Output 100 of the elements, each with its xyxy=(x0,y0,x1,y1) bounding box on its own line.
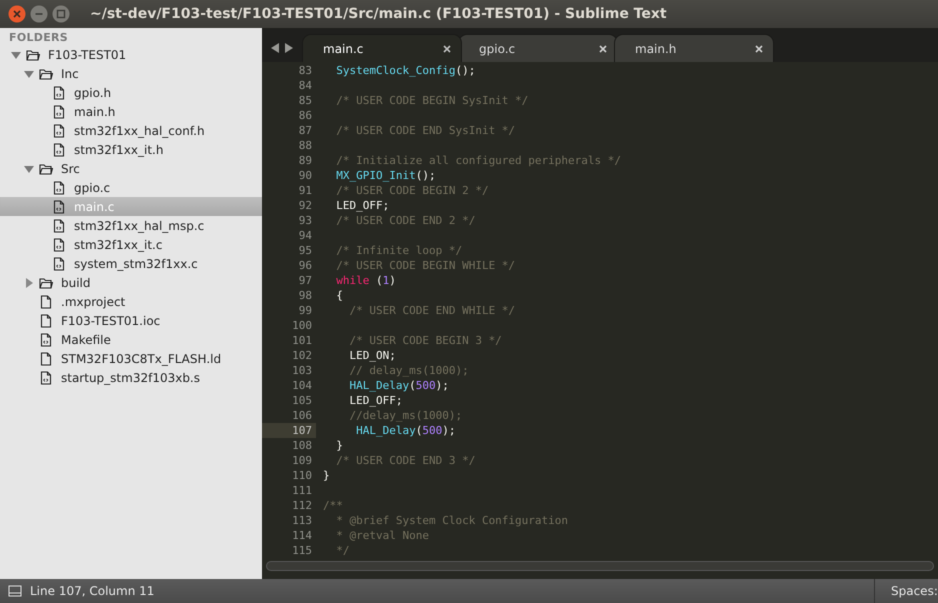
code-file-icon xyxy=(39,332,53,346)
previous-arrow-icon[interactable] xyxy=(270,42,280,54)
cursor-position: Line 107, Column 11 xyxy=(30,584,156,598)
minimize-icon[interactable] xyxy=(30,5,48,23)
editor-tab[interactable]: main.h xyxy=(614,34,774,62)
line-number: 105 xyxy=(291,393,313,408)
code-file-icon xyxy=(52,200,66,214)
tree-item[interactable]: stm32f1xx_it.c xyxy=(0,235,262,254)
code-line: * @retval None xyxy=(335,528,429,543)
file-name: F103-TEST01 xyxy=(48,48,126,62)
close-icon[interactable] xyxy=(8,5,26,23)
tree-item[interactable]: gpio.h xyxy=(0,83,262,102)
code-file-icon xyxy=(39,370,53,384)
file-name: STM32F103C8Tx_FLASH.ld xyxy=(61,352,222,366)
code-line: SystemClock_Config(); xyxy=(335,63,476,78)
collapsed-triangle-icon[interactable] xyxy=(23,276,35,288)
code-file-icon xyxy=(52,124,66,138)
code-line: /* USER CODE BEGIN 3 */ xyxy=(348,333,502,348)
code-line: */ xyxy=(335,543,350,558)
close-icon[interactable] xyxy=(443,44,451,52)
line-number: 87 xyxy=(298,123,313,138)
maximize-icon[interactable] xyxy=(52,5,70,23)
line-number: 91 xyxy=(298,183,313,198)
file-name: F103-TEST01.ioc xyxy=(61,314,160,328)
close-icon[interactable] xyxy=(755,44,763,52)
file-name: Makefile xyxy=(61,332,111,346)
tree-item[interactable]: stm32f1xx_hal_conf.h xyxy=(0,121,262,140)
file-name: main.h xyxy=(74,104,116,118)
tab-label: main.h xyxy=(635,42,676,56)
line-number: 111 xyxy=(291,483,313,498)
tab-label: main.c xyxy=(323,42,364,56)
code-file-icon xyxy=(52,104,66,118)
tree-item[interactable]: stm32f1xx_it.h xyxy=(0,140,262,159)
code-line: /* Initialize all configured peripherals */ xyxy=(335,153,622,168)
tree-item[interactable]: main.h xyxy=(0,102,262,121)
indentation-setting[interactable]: Spaces: xyxy=(874,579,938,603)
tree-item[interactable]: stm32f1xx_hal_msp.c xyxy=(0,216,262,235)
editor-tab[interactable]: gpio.c xyxy=(458,34,618,62)
code-line: /* USER CODE END 3 */ xyxy=(335,453,476,468)
code-line: while (1) xyxy=(335,273,396,288)
tree-item[interactable]: Src xyxy=(0,159,262,178)
folder-icon xyxy=(26,48,40,62)
tree-item[interactable]: system_stm32f1xx.c xyxy=(0,254,262,273)
horizontal-scrollbar[interactable] xyxy=(266,561,934,571)
code-line: HAL_Delay(500); xyxy=(348,378,449,393)
tree-item[interactable]: F103-TEST01.ioc xyxy=(0,311,262,330)
file-name: .mxproject xyxy=(61,294,126,308)
tree-item[interactable]: F103-TEST01 xyxy=(0,45,262,64)
tree-item[interactable]: Inc xyxy=(0,64,262,83)
line-number: 96 xyxy=(298,258,313,273)
code-file-icon xyxy=(52,256,66,270)
tab-label: gpio.c xyxy=(479,42,516,56)
code-file-icon xyxy=(52,218,66,232)
file-icon xyxy=(39,294,53,308)
tree-item[interactable]: Makefile xyxy=(0,330,262,349)
line-number: 86 xyxy=(298,108,313,123)
tree-item[interactable]: gpio.c xyxy=(0,178,262,197)
line-number: 83 xyxy=(298,63,313,78)
file-name: system_stm32f1xx.c xyxy=(74,256,198,270)
code-line: HAL_Delay(500); xyxy=(355,423,456,438)
editor-tab[interactable]: main.c xyxy=(302,34,462,62)
code-file-icon xyxy=(52,180,66,194)
panel-icon[interactable] xyxy=(8,585,22,597)
tree-item[interactable]: .mxproject xyxy=(0,292,262,311)
code-line: /* USER CODE BEGIN WHILE */ xyxy=(335,258,516,273)
code-line: LED_OFF; xyxy=(335,198,390,213)
next-arrow-icon[interactable] xyxy=(284,42,294,54)
line-number: 103 xyxy=(291,363,313,378)
file-name: stm32f1xx_hal_conf.h xyxy=(74,124,205,138)
code-line: { xyxy=(335,288,343,303)
sidebar-heading: FOLDERS xyxy=(8,30,70,45)
code-line: //delay_ms(1000); xyxy=(348,408,462,423)
tree-item[interactable]: startup_stm32f103xb.s xyxy=(0,368,262,387)
line-number: 102 xyxy=(291,348,313,363)
file-name: stm32f1xx_it.h xyxy=(74,142,164,156)
line-number: 108 xyxy=(291,438,313,453)
file-name: Src xyxy=(61,162,80,176)
line-number: 106 xyxy=(291,408,313,423)
code-line: MX_GPIO_Init(); xyxy=(335,168,436,183)
line-number: 107 xyxy=(262,423,316,438)
code-file-icon xyxy=(52,86,66,100)
line-number: 113 xyxy=(291,513,313,528)
code-line: } xyxy=(335,438,343,453)
code-line: /** xyxy=(322,498,343,513)
tree-item[interactable]: STM32F103C8Tx_FLASH.ld xyxy=(0,349,262,368)
code-line: /* USER CODE BEGIN SysInit */ xyxy=(335,93,528,108)
code-line: /* Infinite loop */ xyxy=(335,243,462,258)
line-number: 93 xyxy=(298,213,313,228)
folder-icon xyxy=(39,66,53,80)
line-number: 110 xyxy=(291,468,313,483)
line-number: 101 xyxy=(291,333,313,348)
file-icon xyxy=(39,314,53,328)
line-number: 109 xyxy=(291,453,313,468)
file-name: build xyxy=(61,276,91,290)
code-line: /* USER CODE END 2 */ xyxy=(335,213,476,228)
file-name: gpio.c xyxy=(74,180,110,194)
file-name: main.c xyxy=(74,200,114,214)
tree-item[interactable]: build xyxy=(0,273,262,292)
close-icon[interactable] xyxy=(599,44,607,52)
line-number: 88 xyxy=(298,138,313,153)
